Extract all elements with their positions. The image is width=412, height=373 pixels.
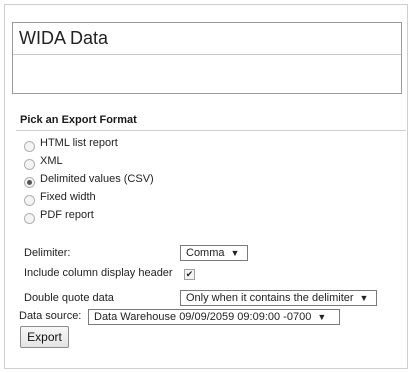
checkmark-icon: ✔ [185, 269, 194, 279]
export-format-heading: Pick an Export Format [20, 114, 137, 126]
double-quote-select[interactable]: Only when it contains the delimiter ▼ [180, 290, 377, 306]
include-header-checkbox[interactable]: ✔ [184, 269, 195, 280]
radio-label: HTML list report [40, 136, 118, 149]
radio-fixed-width[interactable]: Fixed width [24, 191, 96, 207]
report-title-input[interactable] [13, 23, 401, 55]
double-quote-value: Only when it contains the delimiter [186, 292, 354, 304]
delimiter-select[interactable]: Comma ▼ [180, 245, 248, 261]
radio-button[interactable] [24, 159, 35, 170]
title-box [12, 22, 402, 94]
chevron-down-icon: ▼ [230, 248, 240, 258]
double-quote-label: Double quote data [24, 292, 114, 304]
radio-delimited-csv[interactable]: Delimited values (CSV) [24, 173, 154, 189]
data-source-select[interactable]: Data Warehouse 09/09/2059 09:09:00 -0700… [88, 309, 340, 325]
radio-button[interactable] [24, 195, 35, 206]
section-divider [16, 130, 406, 131]
radio-dot-icon [27, 180, 32, 185]
data-source-value: Data Warehouse 09/09/2059 09:09:00 -0700 [94, 311, 312, 323]
radio-label: XML [40, 154, 63, 167]
delimiter-label: Delimiter: [24, 247, 71, 259]
radio-button-selected[interactable] [24, 177, 35, 188]
radio-pdf-report[interactable]: PDF report [24, 209, 94, 225]
chevron-down-icon: ▼ [359, 293, 369, 303]
chevron-down-icon: ▼ [317, 312, 327, 322]
include-header-label: Include column display header [24, 267, 173, 279]
radio-label: Fixed width [40, 190, 96, 203]
delimiter-value: Comma [186, 247, 225, 259]
radio-xml[interactable]: XML [24, 155, 63, 171]
export-button[interactable]: Export [20, 326, 69, 348]
radio-html-list-report[interactable]: HTML list report [24, 137, 118, 153]
radio-button[interactable] [24, 141, 35, 152]
data-source-label: Data source: [19, 310, 82, 322]
radio-label: Delimited values (CSV) [40, 172, 154, 185]
radio-label: PDF report [40, 208, 94, 221]
radio-button[interactable] [24, 213, 35, 224]
